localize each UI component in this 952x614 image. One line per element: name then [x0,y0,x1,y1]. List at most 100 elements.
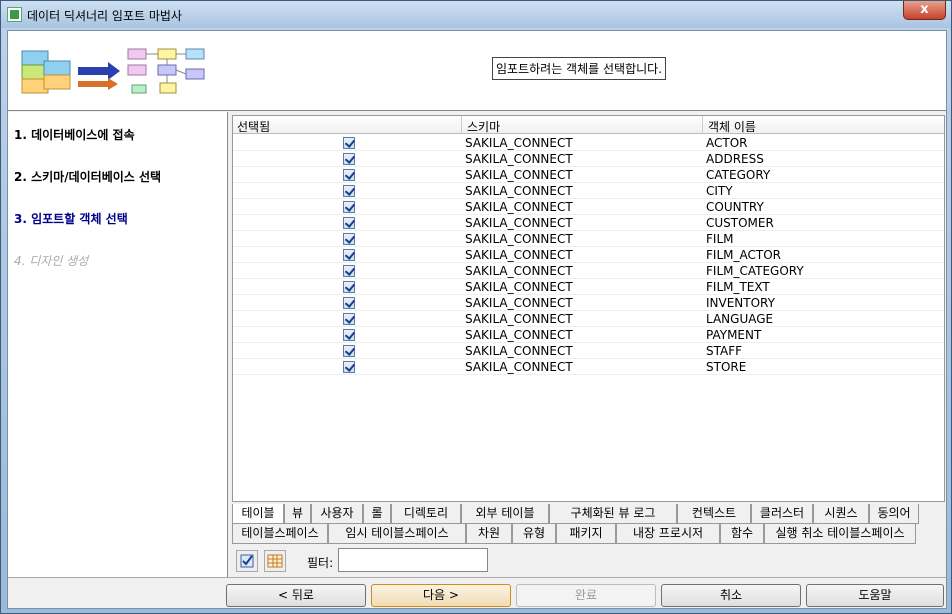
row-select-checkbox[interactable] [343,313,355,325]
column-divider[interactable] [702,116,703,134]
object-name-cell: STAFF [706,344,743,358]
object-name-cell: ACTOR [706,136,748,150]
check-all-icon[interactable] [236,550,258,572]
close-button[interactable]: x [903,1,946,20]
schema-cell: SAKILA_CONNECT [465,280,573,294]
object-name-cell: CUSTOMER [706,216,774,230]
wizard-window: 데이터 딕셔너리 임포트 마법사 x 임포트하려는 객체를 선택합니다. 1. … [0,0,952,614]
schema-cell: SAKILA_CONNECT [465,200,573,214]
tab-object-type[interactable]: 디렉토리 [391,504,461,524]
tab-object-type[interactable]: 클러스터 [751,504,813,524]
tab-object-type[interactable]: 동의어 [869,504,919,524]
row-select-checkbox[interactable] [343,153,355,165]
table-row[interactable]: SAKILA_CONNECT ADDRESS [233,151,944,167]
row-select-checkbox[interactable] [343,137,355,149]
row-select-checkbox[interactable] [343,201,355,213]
wizard-buttons: < 뒤로 다음 > 완료 취소 도움말 [8,577,946,608]
steps-panel: 1. 데이터베이스에 접속 2. 스키마/데이터베이스 선택 3. 임포트할 객… [8,112,228,577]
object-name-cell: PAYMENT [706,328,762,342]
finish-button[interactable]: 완료 [516,584,656,607]
row-select-checkbox[interactable] [343,297,355,309]
table-grid-icon[interactable] [264,550,286,572]
tab-object-type[interactable]: 롤 [363,504,391,524]
row-select-checkbox[interactable] [343,361,355,373]
row-select-checkbox[interactable] [343,329,355,341]
schema-cell: SAKILA_CONNECT [465,344,573,358]
table-row[interactable]: SAKILA_CONNECT FILM_CATEGORY [233,263,944,279]
row-select-checkbox[interactable] [343,169,355,181]
column-header-selected[interactable]: 선택됨 [237,118,270,135]
table-row[interactable]: SAKILA_CONNECT FILM_TEXT [233,279,944,295]
table-header: 선택됨 스키마 객체 이름 [233,116,944,134]
table-row[interactable]: SAKILA_CONNECT PAYMENT [233,327,944,343]
tab-object-type[interactable]: 컨텍스트 [677,504,751,524]
column-divider[interactable] [461,116,462,134]
step-select-objects: 3. 임포트할 객체 선택 [14,212,128,226]
step-instruction: 임포트하려는 객체를 선택합니다. [492,57,667,80]
object-name-cell: COUNTRY [706,200,764,214]
wizard-client: 임포트하려는 객체를 선택합니다. 1. 데이터베이스에 접속 2. 스키마/데… [7,30,947,609]
tab-object-type[interactable]: 유형 [512,524,556,544]
cancel-button[interactable]: 취소 [661,584,801,607]
back-button[interactable]: < 뒤로 [226,584,366,607]
tab-object-type[interactable]: 테이블스페이스 [232,524,328,544]
filter-bar: 필터: [232,548,945,576]
tab-object-type[interactable]: 뷰 [284,504,311,524]
schema-cell: SAKILA_CONNECT [465,232,573,246]
tab-object-type[interactable]: 내장 프로시저 [616,524,720,544]
schema-cell: SAKILA_CONNECT [465,168,573,182]
row-select-checkbox[interactable] [343,265,355,277]
title-bar[interactable]: 데이터 딕셔너리 임포트 마법사 x [1,1,951,28]
table-row[interactable]: SAKILA_CONNECT STAFF [233,343,944,359]
tab-object-type[interactable]: 시퀀스 [813,504,869,524]
next-button[interactable]: 다음 > [371,584,511,607]
filter-label: 필터: [307,556,334,570]
table-row[interactable]: SAKILA_CONNECT CATEGORY [233,167,944,183]
object-name-cell: CITY [706,184,733,198]
tab-object-type[interactable]: 테이블 [232,504,284,524]
schema-cell: SAKILA_CONNECT [465,248,573,262]
table-row[interactable]: SAKILA_CONNECT ACTOR [233,135,944,151]
row-select-checkbox[interactable] [343,281,355,293]
object-name-cell: FILM_TEXT [706,280,770,294]
step-select-schema: 2. 스키마/데이터베이스 선택 [14,170,162,184]
table-row[interactable]: SAKILA_CONNECT CITY [233,183,944,199]
tab-object-type[interactable]: 실행 취소 테이블스페이스 [764,524,916,544]
schema-cell: SAKILA_CONNECT [465,216,573,230]
table-row[interactable]: SAKILA_CONNECT INVENTORY [233,295,944,311]
object-name-cell: STORE [706,360,747,374]
row-select-checkbox[interactable] [343,185,355,197]
column-header-object-name[interactable]: 객체 이름 [708,118,756,135]
schema-cell: SAKILA_CONNECT [465,264,573,278]
row-select-checkbox[interactable] [343,249,355,261]
table-row[interactable]: SAKILA_CONNECT CUSTOMER [233,215,944,231]
object-name-cell: ADDRESS [706,152,764,166]
step-connect-database: 1. 데이터베이스에 접속 [14,128,135,142]
help-button[interactable]: 도움말 [806,584,944,607]
schema-cell: SAKILA_CONNECT [465,152,573,166]
table-row[interactable]: SAKILA_CONNECT FILM [233,231,944,247]
object-name-cell: LANGUAGE [706,312,774,326]
table-row[interactable]: SAKILA_CONNECT FILM_ACTOR [233,247,944,263]
object-name-cell: INVENTORY [706,296,775,310]
import-illustration-icon [21,48,205,94]
tab-object-type[interactable]: 패키지 [556,524,616,544]
tab-object-type[interactable]: 사용자 [311,504,363,524]
tab-object-type[interactable]: 함수 [720,524,764,544]
tab-object-type[interactable]: 외부 테이블 [461,504,549,524]
row-select-checkbox[interactable] [343,217,355,229]
column-header-schema[interactable]: 스키마 [467,118,500,135]
schema-cell: SAKILA_CONNECT [465,360,573,374]
filter-input[interactable] [338,548,488,572]
object-name-cell: FILM_CATEGORY [706,264,804,278]
table-row[interactable]: SAKILA_CONNECT STORE [233,359,944,375]
tab-object-type[interactable]: 임시 테이블스페이스 [328,524,466,544]
tab-object-type[interactable]: 차원 [466,524,512,544]
table-row[interactable]: SAKILA_CONNECT COUNTRY [233,199,944,215]
row-select-checkbox[interactable] [343,233,355,245]
schema-cell: SAKILA_CONNECT [465,296,573,310]
schema-cell: SAKILA_CONNECT [465,312,573,326]
table-row[interactable]: SAKILA_CONNECT LANGUAGE [233,311,944,327]
tab-object-type[interactable]: 구체화된 뷰 로그 [549,504,677,524]
row-select-checkbox[interactable] [343,345,355,357]
